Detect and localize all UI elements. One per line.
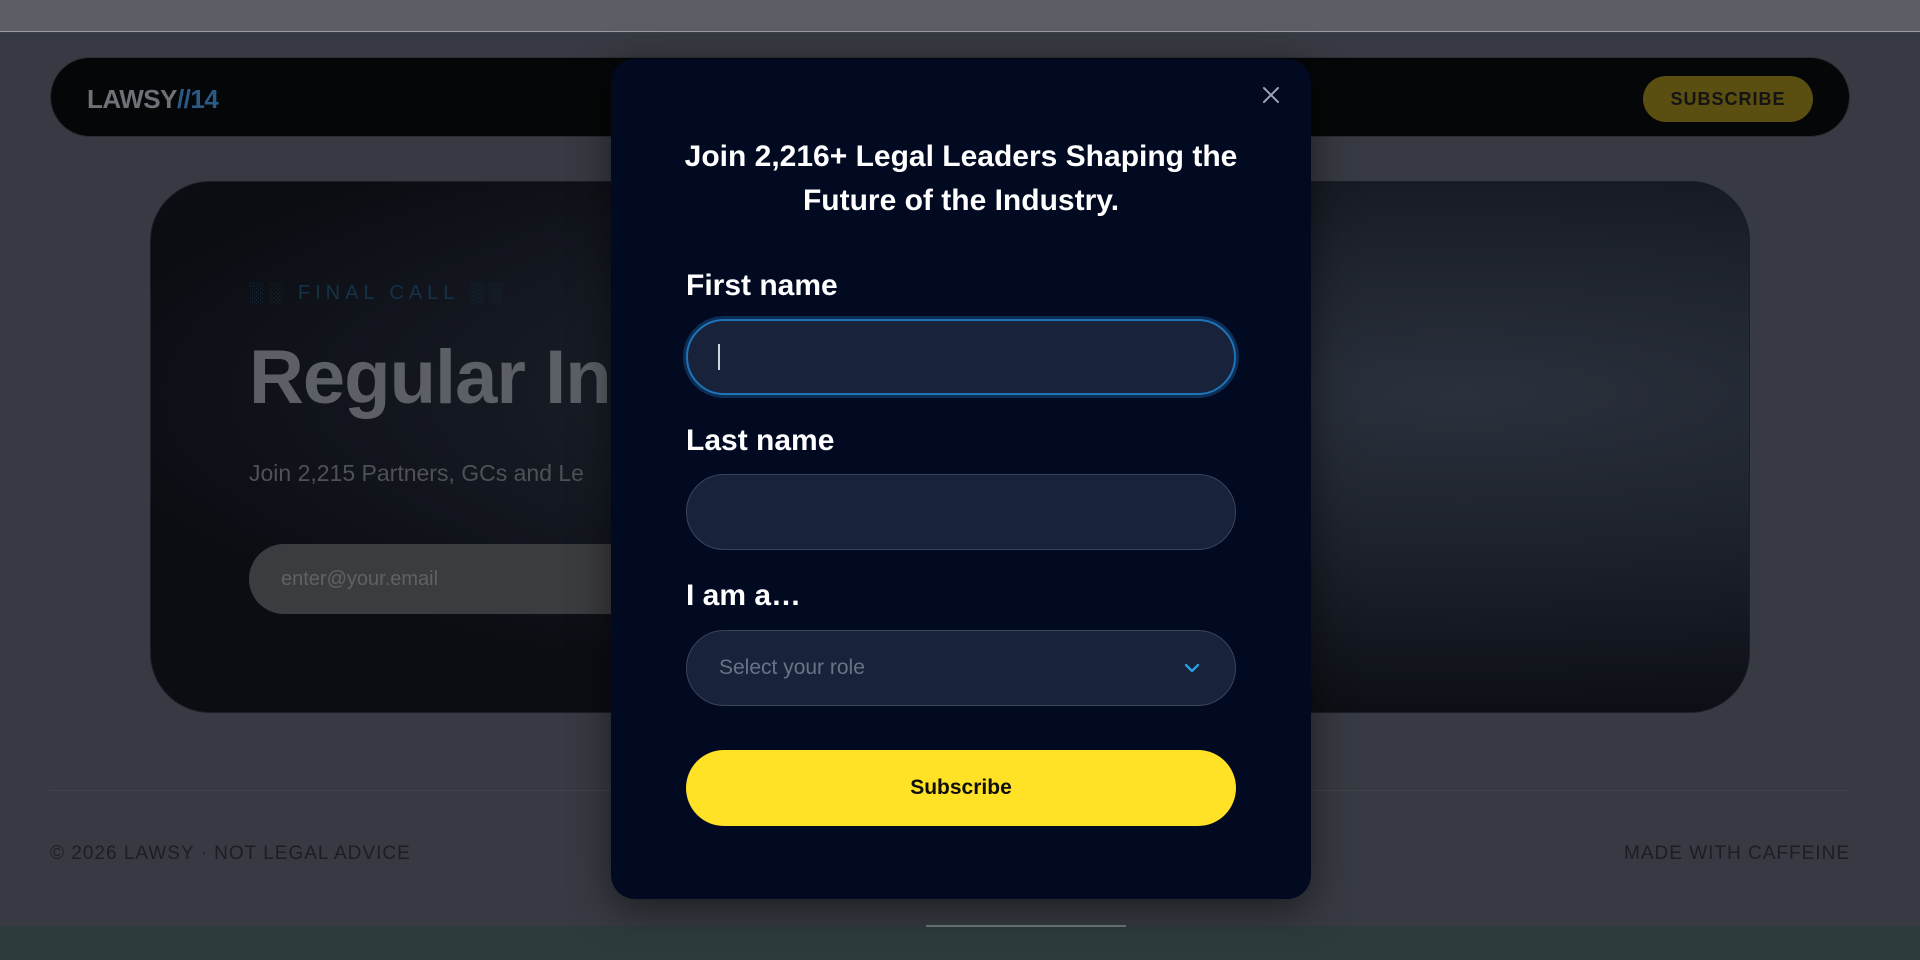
chevron-down-icon — [1184, 663, 1200, 673]
site-logo[interactable]: LAWSY//14 — [87, 84, 219, 115]
modal-title: Join 2,216+ Legal Leaders Shaping the Fu… — [684, 140, 1238, 217]
hero-subtitle: Join 2,215 Partners, GCs and Le — [249, 460, 584, 486]
subscribe-modal: Join 2,216+ Legal Leaders Shaping the Fu… — [611, 59, 1311, 899]
nav-subscribe-button[interactable]: SUBSCRIBE — [1643, 76, 1813, 122]
logo-main: LAWSY — [87, 84, 177, 114]
last-name-input[interactable] — [686, 474, 1236, 550]
role-select-placeholder: Select your role — [719, 656, 865, 679]
close-button[interactable] — [1257, 81, 1285, 109]
close-icon — [1263, 87, 1279, 103]
first-name-input[interactable] — [686, 319, 1236, 395]
first-name-label: First name — [686, 269, 838, 302]
browser-top-bar — [0, 0, 1920, 32]
role-select[interactable]: Select your role — [686, 630, 1236, 706]
hero-title: Regular Ins — [249, 335, 653, 420]
logo-accent: //14 — [176, 84, 219, 114]
last-name-label: Last name — [686, 424, 835, 457]
bottom-bar — [0, 926, 1920, 960]
subscribe-button[interactable]: Subscribe — [686, 750, 1236, 826]
bottom-indicator — [926, 925, 1126, 927]
hero-email-input[interactable]: enter@your.email — [249, 544, 669, 614]
footer-copyright: © 2026 LAWSY · NOT LEGAL ADVICE — [50, 843, 411, 864]
role-label: I am a… — [686, 579, 802, 612]
hero-kicker: ░░ FINAL CALL ░░ — [249, 282, 508, 304]
footer-credit: MADE WITH CAFFEINE — [1624, 843, 1850, 864]
text-caret — [718, 344, 720, 370]
